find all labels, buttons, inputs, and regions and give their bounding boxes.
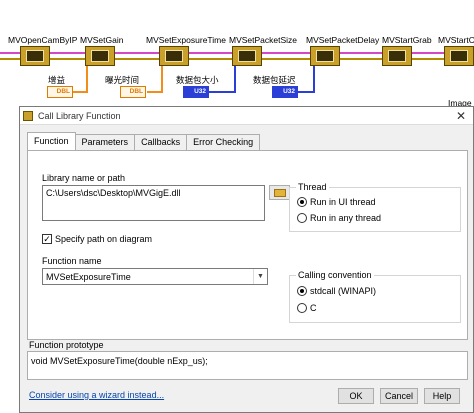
specify-path-checkbox[interactable]: ✓ [42, 234, 52, 244]
packet-size-wire-h [207, 91, 236, 93]
set-packet-size-node[interactable] [232, 46, 262, 66]
set-packet-delay-node[interactable] [310, 46, 340, 66]
tab-callbacks[interactable]: Callbacks [134, 134, 188, 150]
calling-convention-title: Calling convention [296, 270, 374, 280]
library-path-label: Library name or path [42, 173, 126, 183]
folder-icon [274, 189, 286, 197]
function-tab-panel: Library name or path C:\Users\dsc\Deskto… [27, 150, 468, 340]
dll-node-icon [26, 50, 44, 62]
thread-group: Thread Run in UI thread Run in any threa… [289, 182, 461, 232]
dialog-title: Call Library Function [38, 110, 121, 121]
library-path-input[interactable]: C:\Users\dsc\Desktop\MVGigE.dll [42, 185, 265, 221]
packet-size-wire [234, 66, 236, 92]
set-gain-node[interactable] [85, 46, 115, 66]
thread-group-title: Thread [296, 182, 329, 192]
ok-button[interactable]: OK [338, 388, 374, 404]
stdcall-radio[interactable] [297, 286, 307, 296]
run-ui-thread-label: Run in UI thread [310, 197, 376, 207]
exposure-wire-h [147, 91, 163, 93]
radio-selected-dot [300, 200, 304, 204]
dll-node-icon [450, 50, 468, 62]
labview-app-icon [23, 110, 33, 121]
function-name-label: Function name [42, 256, 102, 266]
c-convention-label: C [310, 303, 317, 313]
open-cam-node[interactable] [20, 46, 50, 66]
run-ui-thread-radio[interactable] [297, 197, 307, 207]
tab-function[interactable]: Function [27, 132, 76, 150]
close-icon[interactable]: ✕ [451, 107, 471, 125]
gain-constant[interactable]: DBL [47, 86, 73, 98]
run-any-thread-radio[interactable] [297, 213, 307, 223]
function-prototype-box: void MVSetExposureTime(double nExp_us); [27, 351, 468, 380]
vi-label-set-packet-size: MVSetPacketSize [229, 35, 298, 45]
exposure-constant[interactable]: DBL [120, 86, 146, 98]
stdcall-label: stdcall (WINAPI) [310, 286, 377, 296]
start-grab-node[interactable] [382, 46, 412, 66]
packet-delay-wire-h [297, 91, 315, 93]
function-prototype-label: Function prototype [29, 340, 104, 350]
specify-path-label: Specify path on diagram [55, 234, 153, 244]
vi-label-set-gain: MVSetGain [80, 35, 124, 45]
browse-button[interactable] [269, 185, 290, 200]
vi-label-open-cam: MVOpenCamByIP [8, 35, 78, 45]
start-c-node[interactable] [444, 46, 474, 66]
function-name-value: MVSetExposureTime [46, 272, 131, 282]
dll-node-icon [165, 50, 183, 62]
exposure-const-label: 曝光时间 [105, 75, 140, 85]
gain-const-label: 增益 [48, 75, 66, 85]
dll-node-icon [388, 50, 406, 62]
help-button[interactable]: Help [424, 388, 460, 404]
packet-size-const-label: 数据包大小 [176, 75, 219, 85]
dialog-tabs: Function Parameters Callbacks Error Chec… [27, 132, 261, 150]
gain-wire [86, 66, 88, 92]
cancel-button[interactable]: Cancel [380, 388, 418, 404]
radio-selected-dot [300, 289, 304, 293]
run-any-thread-label: Run in any thread [310, 213, 382, 223]
vi-label-start-grab: MVStartGrab [382, 35, 432, 45]
tab-parameters[interactable]: Parameters [74, 134, 136, 150]
exposure-wire [161, 66, 163, 92]
dll-node-icon [316, 50, 334, 62]
set-exposure-node[interactable] [159, 46, 189, 66]
dll-node-icon [238, 50, 256, 62]
dll-node-icon [91, 50, 109, 62]
wizard-link[interactable]: Consider using a wizard instead... [29, 390, 164, 400]
dialog-titlebar[interactable]: Call Library Function ✕ [20, 107, 473, 125]
vi-label-set-packet-delay: MVSetPacketDelay [306, 35, 380, 45]
packet-delay-wire [313, 66, 315, 92]
chevron-down-icon[interactable]: ▼ [253, 269, 267, 284]
call-library-function-dialog: Call Library Function ✕ Function Paramet… [19, 106, 474, 413]
packet-delay-const-label: 数据包延迟 [253, 75, 296, 85]
calling-convention-group: Calling convention stdcall (WINAPI) C [289, 270, 461, 323]
packet-size-constant[interactable]: U32 [183, 86, 209, 98]
vi-label-start-c: MVStartC [438, 35, 474, 45]
vi-label-set-exposure: MVSetExposureTime [146, 35, 226, 45]
c-convention-radio[interactable] [297, 303, 307, 313]
packet-delay-constant[interactable]: U32 [272, 86, 298, 98]
function-name-select[interactable]: MVSetExposureTime ▼ [42, 268, 268, 285]
tab-error-checking[interactable]: Error Checking [186, 134, 261, 150]
